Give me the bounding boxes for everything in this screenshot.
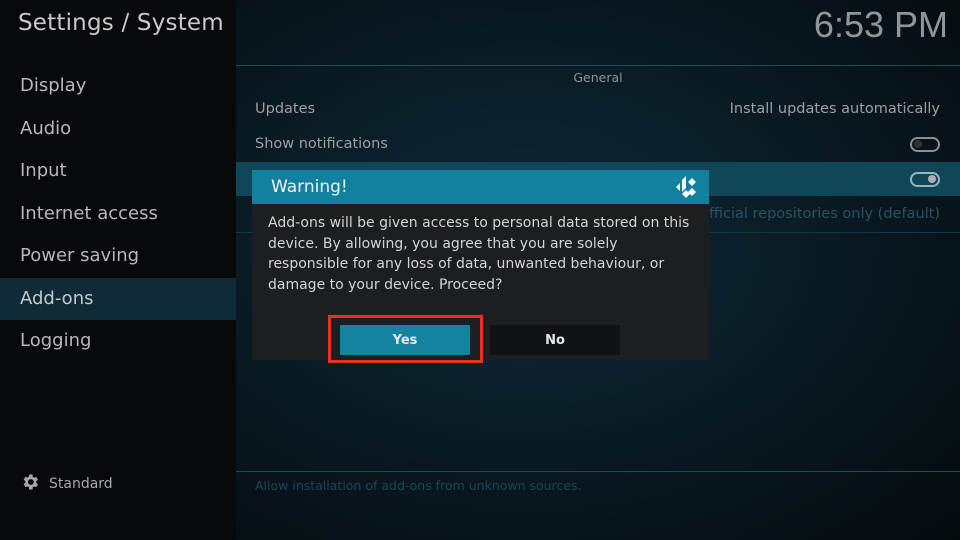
setting-show-notifications[interactable]: Show notifications (236, 127, 960, 161)
setting-value: Official repositories only (default) (697, 206, 940, 222)
clock: 6:53 PM (813, 4, 948, 45)
dialog-title: Warning! (271, 177, 348, 197)
dialog-message: Add-ons will be given access to personal… (268, 215, 690, 293)
setting-label: Updates (255, 101, 316, 117)
annotation-highlight-box (328, 315, 483, 363)
toggle-switch-off[interactable] (910, 136, 940, 152)
divider (236, 65, 960, 66)
sidebar-nav: Display Audio Input Internet access Powe… (0, 65, 236, 363)
setting-value: Install updates automatically (729, 101, 940, 117)
help-text: Allow installation of add-ons from unkno… (255, 478, 582, 493)
dialog-header: Warning! (252, 170, 709, 204)
setting-label: Show notifications (255, 136, 388, 152)
divider (236, 471, 960, 472)
sidebar-item-internet-access[interactable]: Internet access (0, 193, 236, 236)
kodi-logo-icon (674, 175, 698, 199)
page-title: Settings / System (18, 10, 224, 36)
sidebar-item-input[interactable]: Input (0, 150, 236, 193)
section-header: General (573, 70, 623, 85)
sidebar-item-display[interactable]: Display (0, 65, 236, 108)
sidebar-item-power-saving[interactable]: Power saving (0, 235, 236, 278)
gear-icon (20, 472, 40, 496)
settings-level-label: Standard (49, 476, 113, 492)
no-button[interactable]: No (490, 325, 620, 355)
sidebar-item-add-ons[interactable]: Add-ons (0, 277, 236, 320)
settings-level-button[interactable]: Standard (20, 472, 113, 496)
setting-updates[interactable]: Updates Install updates automatically (236, 92, 960, 126)
toggle-switch-on[interactable] (910, 171, 940, 187)
sidebar-item-audio[interactable]: Audio (0, 108, 236, 151)
sidebar-item-logging[interactable]: Logging (0, 320, 236, 363)
